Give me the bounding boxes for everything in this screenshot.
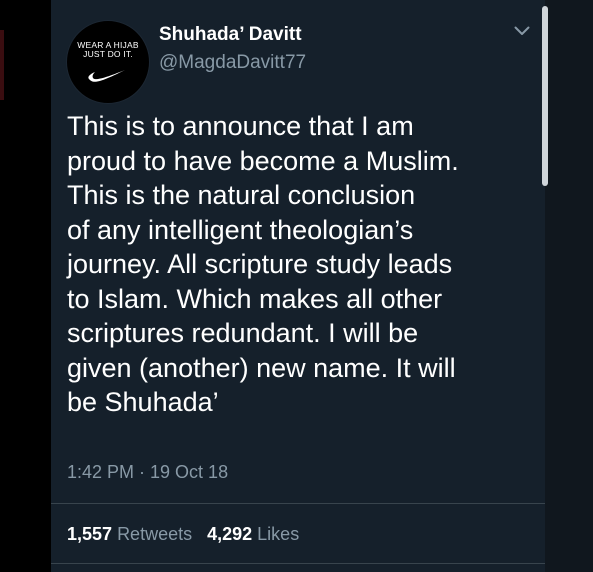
chevron-down-icon[interactable] <box>514 26 530 36</box>
tweet-text-line: of any intelligent theologian’s <box>67 214 414 245</box>
avatar[interactable]: WEAR A HIJAB JUST DO IT. <box>66 20 150 104</box>
engagement-stats: 1,557 Retweets 4,292 Likes <box>67 522 299 546</box>
tweet-text-line: proud to have become a Muslim. <box>67 145 459 176</box>
user-handle[interactable]: @MagdaDavitt77 <box>159 51 306 75</box>
tweet-text-line: This is the natural conclusion <box>67 180 416 210</box>
right-gutter <box>545 0 593 572</box>
tweet-text: This is to announce that I am proud to h… <box>67 109 537 420</box>
page: WEAR A HIJAB JUST DO IT. Shuhada’ Davitt… <box>0 0 593 572</box>
likes-count: 4,292 <box>207 524 253 544</box>
retweets-count: 1,557 <box>67 524 113 544</box>
tweet-text-line: This is to announce that I am <box>67 111 414 141</box>
tweet-text-line: be Shuhada’ <box>67 387 219 417</box>
scrollbar[interactable] <box>542 6 548 186</box>
tweet-text-line: to Islam. Which makes all other <box>67 283 443 314</box>
likes-stat[interactable]: 4,292 Likes <box>207 524 299 544</box>
tweet-timestamp[interactable]: 1:42 PM · 19 Oct 18 <box>67 460 228 484</box>
tweet-text-line: given (another) new name. It will <box>67 352 456 383</box>
avatar-slogan: WEAR A HIJAB JUST DO IT. <box>67 41 149 59</box>
avatar-slogan-line2: JUST DO IT. <box>83 49 133 59</box>
left-edge-accent <box>0 30 4 100</box>
retweets-stat[interactable]: 1,557 Retweets <box>67 524 192 544</box>
tweet-text-line: journey. All scripture study leads <box>67 249 453 279</box>
tweet-text-line: scriptures redundant. I will be <box>67 318 419 348</box>
retweets-label: Retweets <box>117 524 193 544</box>
likes-label: Likes <box>257 524 300 544</box>
divider <box>51 563 545 564</box>
divider <box>51 503 545 504</box>
display-name[interactable]: Shuhada’ Davitt <box>159 23 302 47</box>
swoosh-icon <box>88 70 125 82</box>
